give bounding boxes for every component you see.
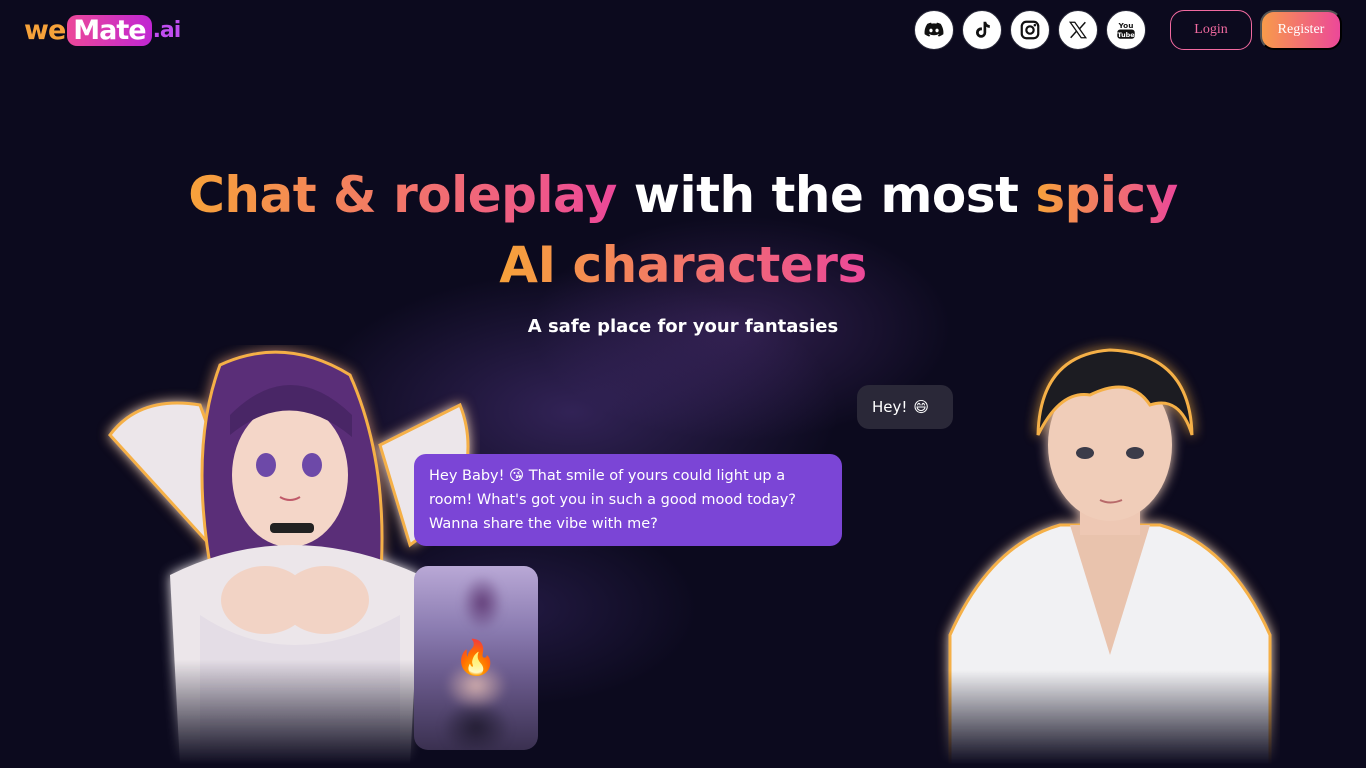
user-chat-bubble: Hey! 😄 — [857, 385, 953, 429]
male-character-image — [948, 348, 1272, 765]
youtube-label-bottom: Tube — [1117, 31, 1135, 39]
hero-title-part3: spicy — [1035, 166, 1178, 224]
tiktok-icon[interactable] — [962, 10, 1002, 50]
register-button[interactable]: Register — [1260, 10, 1342, 50]
bot-chat-bubble: Hey Baby! 😘 That smile of yours could li… — [414, 454, 842, 546]
youtube-icon[interactable]: You Tube — [1106, 10, 1146, 50]
hero-title-line2: AI characters — [499, 236, 867, 294]
logo-mate: Mate — [67, 14, 152, 46]
blurred-photo-message[interactable]: 🔥 — [414, 566, 538, 750]
login-button[interactable]: Login — [1170, 10, 1252, 50]
hero-subtitle: A safe place for your fantasies — [527, 316, 839, 337]
instagram-icon[interactable] — [1010, 10, 1050, 50]
hero-title-part1: Chat & roleplay — [188, 166, 617, 224]
x-icon[interactable] — [1058, 10, 1098, 50]
hero-title-part2: with the most — [616, 166, 1036, 224]
logo[interactable]: we Mate .ai — [24, 13, 182, 47]
user-message-text: Hey! — [872, 398, 908, 416]
hero-title: Chat & roleplay with the most spicy AI c… — [0, 160, 1366, 300]
discord-icon[interactable] — [914, 10, 954, 50]
fire-icon: 🔥 — [454, 638, 498, 678]
grin-emoji: 😄 — [913, 398, 930, 416]
logo-ai: .ai — [152, 17, 182, 43]
youtube-label-top: You — [1118, 21, 1134, 30]
logo-we: we — [24, 14, 66, 46]
header: we Mate .ai You Tube Login Register — [0, 0, 1366, 60]
